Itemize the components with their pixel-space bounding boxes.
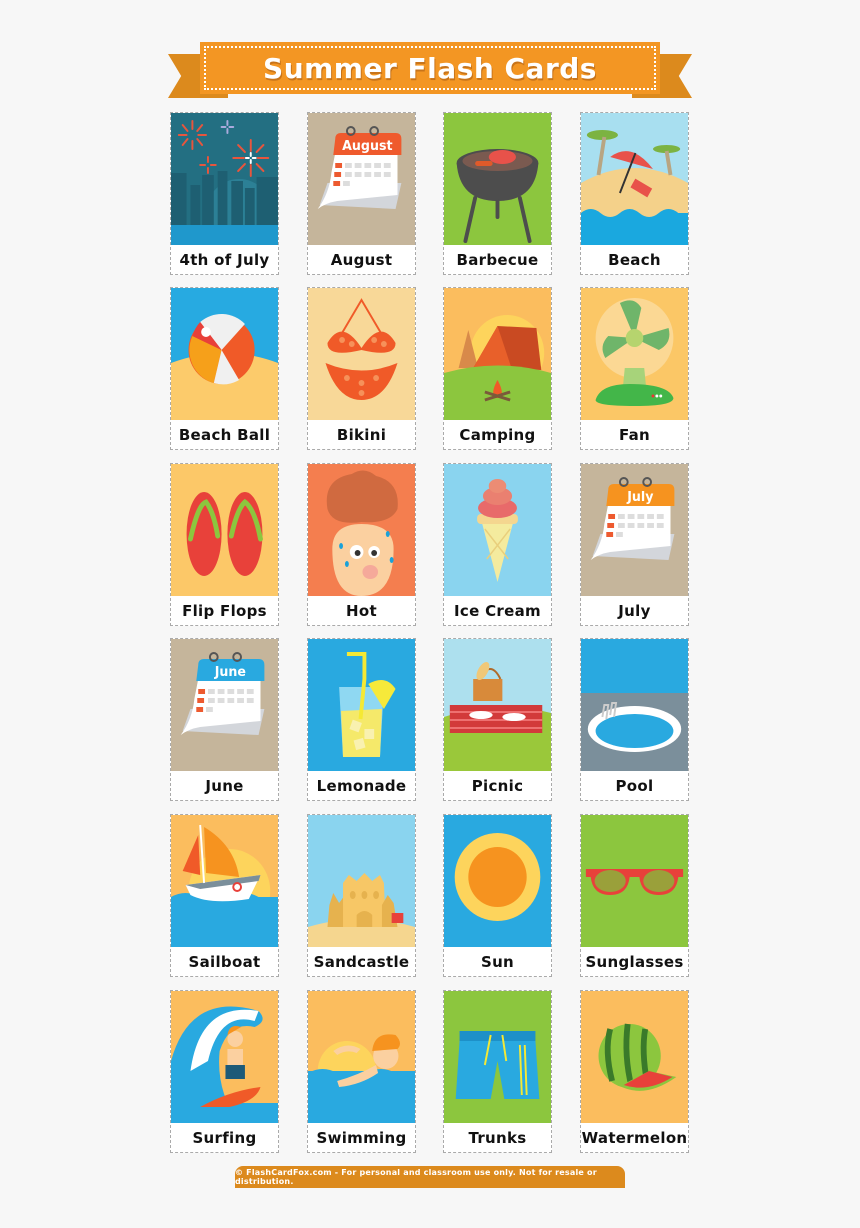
flash-card-label: Sun	[480, 952, 515, 971]
flash-card-label: Beach Ball	[178, 425, 271, 444]
flash-card-label: 4th of July	[179, 250, 270, 269]
flash-card: Camping	[443, 287, 552, 450]
flash-card: June June	[170, 638, 279, 801]
flash-card: 4th of July	[170, 112, 279, 275]
flash-card-label: Fan	[618, 425, 651, 444]
grill-icon	[444, 113, 551, 245]
tent-icon	[444, 288, 551, 420]
flash-card: Bikini	[307, 287, 416, 450]
sandcastle-icon	[308, 815, 415, 947]
flash-card: July July	[580, 463, 689, 626]
flash-card-label: Trunks	[468, 1128, 527, 1147]
bikini-icon	[308, 288, 415, 420]
flash-card-label: Pool	[615, 776, 654, 795]
flash-card-label: Beach	[608, 250, 661, 269]
pool-icon	[581, 639, 688, 771]
calendar-june-icon: June	[171, 639, 278, 771]
flash-card-label: Barbecue	[456, 250, 539, 269]
flash-card: Swimming	[307, 990, 416, 1153]
sweating-face-icon	[308, 464, 415, 596]
flash-card: Sunglasses	[580, 814, 689, 977]
flash-card-label: August	[330, 250, 393, 269]
beach-ball-icon	[171, 288, 278, 420]
flash-card: Sandcastle	[307, 814, 416, 977]
fan-icon	[581, 288, 688, 420]
banner-face: Summer Flash Cards	[200, 42, 660, 94]
flash-card-label: Ice Cream	[454, 601, 541, 620]
sun-icon	[444, 815, 551, 947]
copyright-notice: © FlashCardFox.com - For personal and cl…	[235, 1168, 597, 1186]
flash-card: Sailboat	[170, 814, 279, 977]
flash-card: Trunks	[443, 990, 552, 1153]
footer-bar: © FlashCardFox.com - For personal and cl…	[235, 1166, 625, 1188]
flash-card-label: Flip Flops	[182, 601, 267, 620]
calendar-august-icon: August	[308, 113, 415, 245]
flash-card: Picnic	[443, 638, 552, 801]
flash-card-label: Camping	[459, 425, 536, 444]
flash-card: Sun	[443, 814, 552, 977]
flash-card-label: Swimming	[316, 1128, 407, 1147]
fireworks-icon	[171, 113, 278, 245]
flash-card-label: July	[618, 601, 651, 620]
flash-card: August August	[307, 112, 416, 275]
flash-card: Watermelon	[580, 990, 689, 1153]
flash-card-label: Surfing	[192, 1128, 257, 1147]
swim-trunks-icon	[444, 991, 551, 1123]
flash-card: Hot	[307, 463, 416, 626]
flash-card: Ice Cream	[443, 463, 552, 626]
flash-card: Beach Ball	[170, 287, 279, 450]
flash-card-label: Picnic	[471, 776, 524, 795]
flash-card-label: Lemonade	[316, 776, 407, 795]
ice-cream-icon	[444, 464, 551, 596]
watermelon-icon	[581, 991, 688, 1123]
flash-card-label: Sandcastle	[313, 952, 410, 971]
calendar-july-icon: July	[581, 464, 688, 596]
beach-umbrella-icon	[581, 113, 688, 245]
flash-card: Lemonade	[307, 638, 416, 801]
sailboat-icon	[171, 815, 278, 947]
flash-card-label: Hot	[346, 601, 377, 620]
flip-flops-icon	[171, 464, 278, 596]
flash-card: Fan	[580, 287, 689, 450]
svg-text:June: June	[214, 665, 247, 680]
flash-card: Flip Flops	[170, 463, 279, 626]
svg-text:August: August	[342, 139, 392, 154]
flash-card-label: Watermelon	[581, 1128, 688, 1147]
flash-card: Beach	[580, 112, 689, 275]
flash-card: Pool	[580, 638, 689, 801]
title-banner: Summer Flash Cards	[168, 42, 692, 98]
sunglasses-icon	[581, 815, 688, 947]
flash-card-label: Sailboat	[188, 952, 261, 971]
flash-card-label: Sunglasses	[585, 952, 684, 971]
page-title: Summer Flash Cards	[263, 51, 597, 85]
lemonade-icon	[308, 639, 415, 771]
picnic-basket-icon	[444, 639, 551, 771]
flash-card-label: Bikini	[336, 425, 387, 444]
flash-card-label: June	[205, 776, 244, 795]
flash-card: Surfing	[170, 990, 279, 1153]
swimmer-icon	[308, 991, 415, 1123]
svg-text:July: July	[626, 490, 654, 505]
flash-card: Barbecue	[443, 112, 552, 275]
surfer-icon	[171, 991, 278, 1123]
